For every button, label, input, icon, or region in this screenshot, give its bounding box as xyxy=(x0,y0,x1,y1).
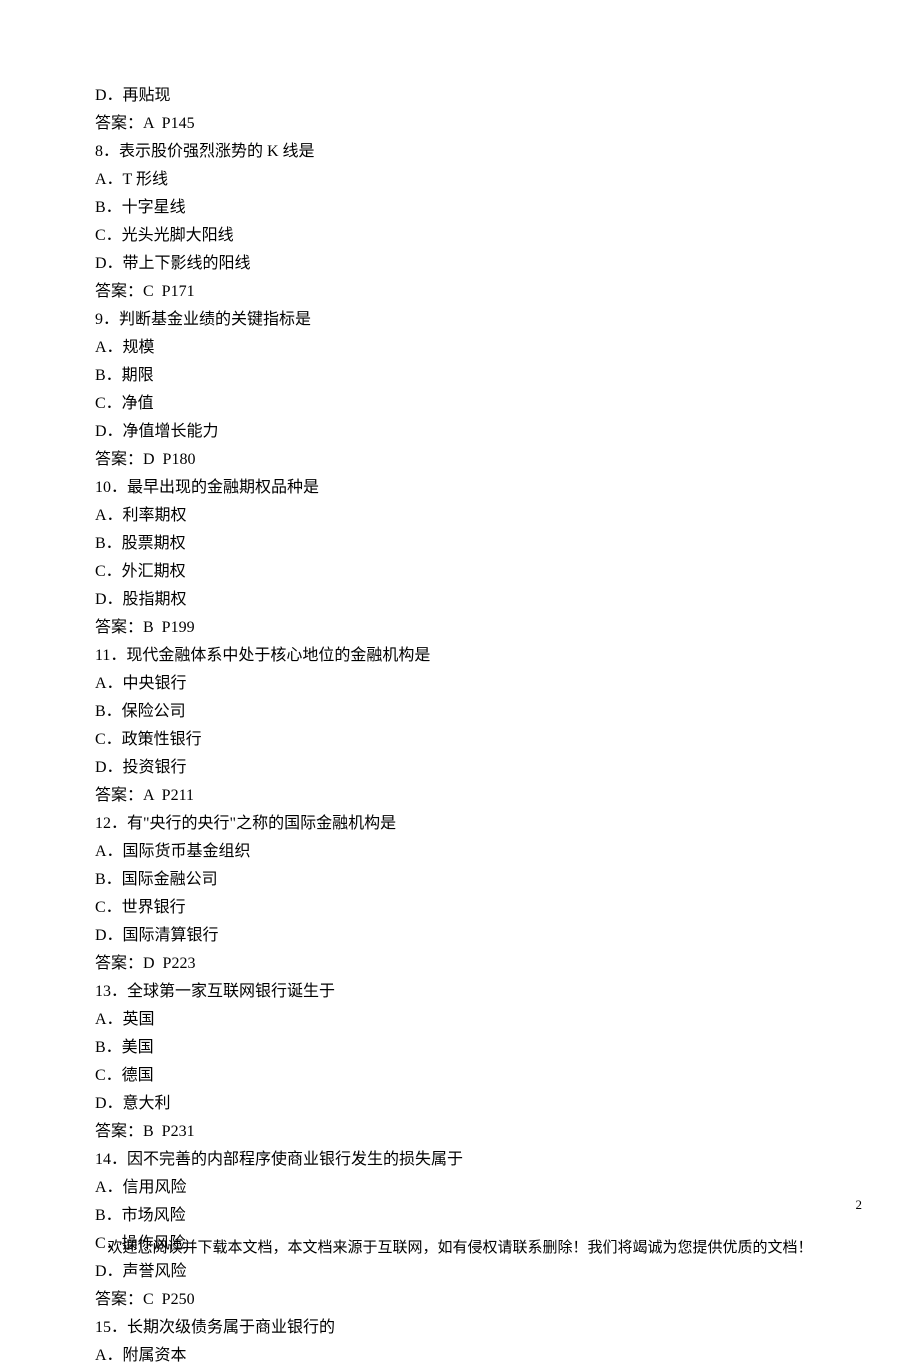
page-number: 2 xyxy=(856,1194,863,1217)
option-c: C．净值 xyxy=(95,390,825,418)
option-b: B．国际金融公司 xyxy=(95,866,825,894)
answer-line: 答案：B P231 xyxy=(95,1118,825,1146)
question-8: 8．表示股价强烈涨势的 K 线是 xyxy=(95,138,825,166)
option-a: A．规模 xyxy=(95,334,825,362)
option-c: C．政策性银行 xyxy=(95,726,825,754)
answer-line: 答案：A P145 xyxy=(95,110,825,138)
document-content: D．再贴现 答案：A P145 8．表示股价强烈涨势的 K 线是 A．T 形线 … xyxy=(0,0,920,1370)
option-c: C．世界银行 xyxy=(95,894,825,922)
option-c: C．外汇期权 xyxy=(95,558,825,586)
answer-line: 答案：C P250 xyxy=(95,1286,825,1314)
option-b: B．十字星线 xyxy=(95,194,825,222)
answer-line: 答案：D P223 xyxy=(95,950,825,978)
option-d: D．意大利 xyxy=(95,1090,825,1118)
option-d: D．净值增长能力 xyxy=(95,418,825,446)
option-d: D．带上下影线的阳线 xyxy=(95,250,825,278)
option-b: B．期限 xyxy=(95,362,825,390)
option-a: A．T 形线 xyxy=(95,166,825,194)
question-9: 9．判断基金业绩的关键指标是 xyxy=(95,306,825,334)
question-10: 10．最早出现的金融期权品种是 xyxy=(95,474,825,502)
option-d: D．再贴现 xyxy=(95,82,825,110)
option-a: A．附属资本 xyxy=(95,1342,825,1370)
answer-line: 答案：A P211 xyxy=(95,782,825,810)
option-a: A．国际货币基金组织 xyxy=(95,838,825,866)
option-d: D．声誉风险 xyxy=(95,1258,825,1286)
option-b: B．保险公司 xyxy=(95,698,825,726)
question-11: 11．现代金融体系中处于核心地位的金融机构是 xyxy=(95,642,825,670)
option-b: B．美国 xyxy=(95,1034,825,1062)
question-15: 15．长期次级债务属于商业银行的 xyxy=(95,1314,825,1342)
footer: 欢迎您阅读并下载本文档，本文档来源于互联网，如有侵权请联系删除！我们将竭诚为您提… xyxy=(0,1234,920,1262)
question-12: 12．有"央行的央行"之称的国际金融机构是 xyxy=(95,810,825,838)
option-a: A．信用风险 xyxy=(95,1174,825,1202)
answer-line: 答案：D P180 xyxy=(95,446,825,474)
answer-line: 答案：B P199 xyxy=(95,614,825,642)
option-a: A．利率期权 xyxy=(95,502,825,530)
question-14: 14．因不完善的内部程序使商业银行发生的损失属于 xyxy=(95,1146,825,1174)
option-c: C．光头光脚大阳线 xyxy=(95,222,825,250)
option-b: B．股票期权 xyxy=(95,530,825,558)
option-d: D．股指期权 xyxy=(95,586,825,614)
question-13: 13．全球第一家互联网银行诞生于 xyxy=(95,978,825,1006)
option-b: B．市场风险 xyxy=(95,1202,825,1230)
option-d: D．投资银行 xyxy=(95,754,825,782)
option-a: A．英国 xyxy=(95,1006,825,1034)
answer-line: 答案：C P171 xyxy=(95,278,825,306)
option-c: C．德国 xyxy=(95,1062,825,1090)
option-a: A．中央银行 xyxy=(95,670,825,698)
option-d: D．国际清算银行 xyxy=(95,922,825,950)
footer-text: 欢迎您阅读并下载本文档，本文档来源于互联网，如有侵权请联系删除！我们将竭诚为您提… xyxy=(107,1239,812,1256)
